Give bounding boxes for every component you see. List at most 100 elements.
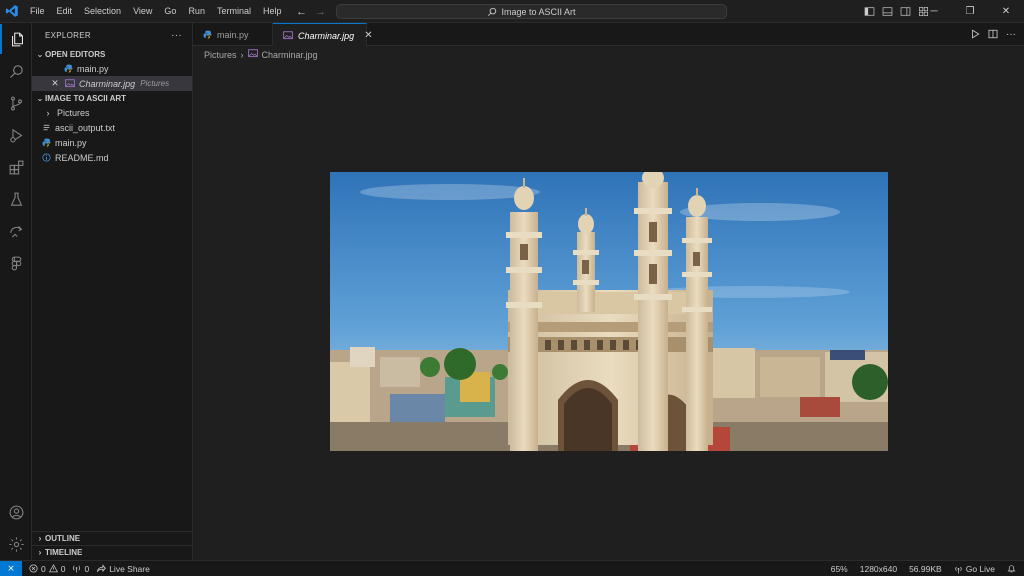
search-icon[interactable] <box>0 56 32 86</box>
figma-icon[interactable] <box>0 248 32 278</box>
antenna-icon <box>73 565 81 573</box>
command-center-search[interactable]: Image to ASCII Art <box>336 4 727 19</box>
text-file-icon <box>40 123 52 132</box>
tree-item-label: main.py <box>55 137 87 148</box>
workspace-folder-label: IMAGE TO ASCII ART <box>45 93 127 103</box>
menu-edit[interactable]: Edit <box>51 0 79 23</box>
warning-icon <box>48 564 58 573</box>
remote-icon: ⨯ <box>7 563 15 573</box>
menu-bar: File Edit Selection View Go Run Terminal… <box>24 0 287 23</box>
python-file-icon <box>203 30 212 39</box>
menu-go[interactable]: Go <box>158 0 182 23</box>
image-file-icon <box>283 31 293 40</box>
tab-charminar-jpg[interactable]: Charminar.jpg ✕ <box>273 23 373 47</box>
breadcrumb-folder[interactable]: Pictures <box>204 50 237 60</box>
settings-gear-icon[interactable] <box>0 529 32 559</box>
activity-bar <box>0 23 32 560</box>
workspace-folder-section[interactable]: ⌄ IMAGE TO ASCII ART <box>32 91 192 105</box>
image-file-icon <box>247 49 258 60</box>
breadcrumb-file[interactable]: Charminar.jpg <box>262 50 318 60</box>
ports-indicator[interactable]: 0 <box>72 564 89 574</box>
live-share-label: Live Share <box>109 563 150 574</box>
status-bar-right: 65% 1280x640 56.99KB Go Live <box>831 561 1024 576</box>
accounts-icon[interactable] <box>0 497 32 527</box>
extensions-icon[interactable] <box>0 152 32 182</box>
info-icon <box>40 153 52 162</box>
remote-indicator[interactable]: ⨯ <box>0 560 22 576</box>
open-editors-section[interactable]: ⌄ OPEN EDITORS <box>32 47 192 61</box>
notifications-bell-icon[interactable] <box>1007 564 1016 575</box>
warning-count: 0 <box>60 563 66 574</box>
chevron-right-icon: › <box>46 107 50 118</box>
outline-label: OUTLINE <box>45 534 81 543</box>
charminar-photo <box>330 172 888 451</box>
chevron-right-icon: › <box>38 534 42 543</box>
menu-view[interactable]: View <box>127 0 158 23</box>
toggle-secondary-sidebar-icon[interactable] <box>898 5 912 19</box>
chevron-down-icon: ⌄ <box>36 49 44 59</box>
menu-selection[interactable]: Selection <box>78 0 127 23</box>
remote-explorer-icon[interactable] <box>0 216 32 246</box>
open-editor-label: main.py <box>77 63 109 74</box>
search-icon <box>488 7 497 16</box>
go-live-button[interactable]: Go Live <box>954 564 995 574</box>
menu-terminal[interactable]: Terminal <box>211 0 257 23</box>
broadcast-icon <box>955 566 962 573</box>
status-bar: ⨯ 0 0 0 Live Share 65% 1280x640 56.99KB … <box>0 560 1024 576</box>
vscode-logo-icon <box>0 0 24 23</box>
outline-section[interactable]: › OUTLINE <box>32 531 193 545</box>
python-file-icon <box>62 64 74 73</box>
explorer-title: EXPLORER <box>45 30 91 40</box>
restore-icon[interactable]: ❐ <box>952 0 988 23</box>
split-editor-icon[interactable] <box>988 29 998 41</box>
editor-tab-bar: main.py Charminar.jpg ✕ ··· <box>193 23 1024 47</box>
menu-run[interactable]: Run <box>182 0 211 23</box>
tree-item-label: README.md <box>55 152 109 163</box>
more-actions-icon[interactable]: ··· <box>171 30 182 41</box>
tree-folder-pictures[interactable]: › Pictures <box>32 105 192 120</box>
tree-file-ascii-output[interactable]: ascii_output.txt <box>32 120 192 135</box>
timeline-label: TIMELINE <box>45 548 83 557</box>
minimize-icon[interactable]: ─ <box>916 0 952 23</box>
run-file-icon[interactable] <box>970 29 980 41</box>
menu-file[interactable]: File <box>24 0 51 23</box>
close-window-icon[interactable]: ✕ <box>988 0 1024 23</box>
run-debug-icon[interactable] <box>0 120 32 150</box>
navigation-arrows: ← → <box>296 0 326 23</box>
close-tab-icon[interactable]: ✕ <box>364 30 372 41</box>
ports-count: 0 <box>84 563 90 574</box>
tree-file-main-py[interactable]: main.py <box>32 135 192 150</box>
tree-file-readme[interactable]: README.md <box>32 150 192 165</box>
close-icon[interactable]: ✕ <box>49 78 61 89</box>
chevron-right-icon: › <box>240 49 244 60</box>
live-share-button[interactable]: Live Share <box>96 564 150 574</box>
tab-label: main.py <box>217 29 249 40</box>
chevron-down-icon: ⌄ <box>36 93 44 103</box>
more-actions-icon[interactable]: ··· <box>1006 29 1016 40</box>
command-center-label: Image to ASCII Art <box>501 6 576 17</box>
image-preview <box>330 172 888 451</box>
open-editor-charminar-jpg[interactable]: ✕ Charminar.jpg Pictures <box>32 76 192 91</box>
problems-indicator[interactable]: 0 0 <box>29 564 65 574</box>
tab-main-py[interactable]: main.py <box>193 23 273 46</box>
live-share-icon <box>97 564 107 573</box>
zoom-level[interactable]: 65% <box>831 564 848 574</box>
tree-item-label: Pictures <box>57 107 90 118</box>
toggle-primary-sidebar-icon[interactable] <box>862 5 876 19</box>
testing-flask-icon[interactable] <box>0 184 32 214</box>
open-editors-label: OPEN EDITORS <box>45 49 106 59</box>
back-arrow-icon[interactable]: ← <box>296 6 307 18</box>
forward-arrow-icon[interactable]: → <box>315 6 326 18</box>
chevron-right-icon: › <box>38 548 42 557</box>
explorer-icon[interactable] <box>0 24 32 54</box>
menu-help[interactable]: Help <box>257 0 288 23</box>
source-control-icon[interactable] <box>0 88 32 118</box>
tab-label: Charminar.jpg <box>298 30 355 41</box>
breadcrumb: Pictures › Charminar.jpg <box>204 47 318 62</box>
open-editor-label: Charminar.jpg <box>79 78 136 89</box>
python-file-icon <box>40 138 52 147</box>
open-editor-main-py[interactable]: main.py <box>32 61 192 76</box>
error-icon <box>29 564 38 573</box>
toggle-panel-icon[interactable] <box>880 5 894 19</box>
timeline-section[interactable]: › TIMELINE <box>32 545 193 559</box>
